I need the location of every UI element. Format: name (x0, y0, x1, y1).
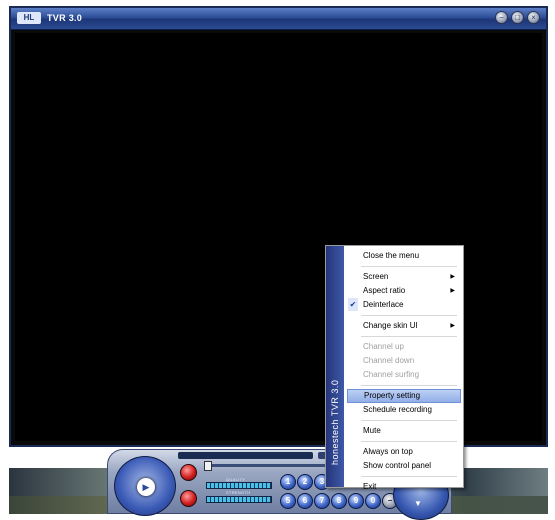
menu-separator (361, 420, 457, 421)
strength-meter (206, 496, 272, 503)
menu-item-label: Aspect ratio (363, 286, 406, 295)
menu-item-show-control-panel[interactable]: Show control panel (347, 459, 461, 473)
digit-8-button[interactable]: 8 (331, 493, 347, 509)
menu-item-label: Close the menu (363, 251, 420, 260)
menu-separator (361, 476, 457, 477)
menu-item-channel-down: Channel down (347, 354, 461, 368)
app-logo-icon: HL (17, 12, 41, 24)
menu-banner: honestech TVR 3.0 (326, 246, 344, 487)
menu-item-close-the-menu[interactable]: Close the menu (347, 249, 461, 263)
menu-separator (361, 336, 457, 337)
context-menu: honestech TVR 3.0 Close the menu Screen ▶ A… (325, 245, 464, 491)
menu-item-label: Property setting (364, 391, 421, 400)
menu-item-list: Close the menu Screen ▶ Aspect ratio ▶ ✔ Deint… (347, 246, 461, 494)
menu-item-label: Channel down (363, 356, 415, 365)
close-button[interactable]: × (527, 11, 540, 24)
menu-banner-text: honestech TVR 3.0 (330, 379, 340, 465)
menu-item-label: Exit (363, 482, 377, 491)
digit-6-button[interactable]: 6 (297, 493, 313, 509)
window-title: TVR 3.0 (47, 13, 83, 23)
digit-2-button[interactable]: 2 (297, 474, 313, 490)
quality-meter (206, 482, 272, 489)
menu-item-label: Always on top (363, 447, 413, 456)
volume-slider-track[interactable] (206, 464, 326, 467)
menu-separator (361, 266, 457, 267)
menu-item-label: Screen (363, 272, 389, 281)
menu-item-change-skin-ui[interactable]: Change skin UI ▶ (347, 319, 461, 333)
minimize-button[interactable]: − (495, 11, 508, 24)
digit-9-button[interactable]: 9 (348, 493, 364, 509)
play-icon[interactable]: ▶ (137, 478, 155, 496)
digit-5-button[interactable]: 5 (280, 493, 296, 509)
chevron-down-icon: ▼ (414, 499, 422, 508)
menu-item-schedule-recording[interactable]: Schedule recording (347, 403, 461, 417)
menu-item-label: Change skin UI (363, 321, 418, 330)
menu-item-label: Channel up (363, 342, 404, 351)
record-button[interactable] (180, 464, 197, 481)
main-window: HL TVR 3.0 − □ × (9, 6, 548, 447)
menu-item-screen[interactable]: Screen ▶ (347, 270, 461, 284)
stop-button[interactable] (180, 490, 197, 507)
strength-label: STRENGTH (226, 490, 251, 495)
menu-item-mute[interactable]: Mute (347, 424, 461, 438)
menu-item-label: Show control panel (363, 461, 432, 470)
digit-1-button[interactable]: 1 (280, 474, 296, 490)
submenu-arrow-icon: ▶ (450, 288, 455, 294)
menu-separator (361, 441, 457, 442)
menu-item-aspect-ratio[interactable]: Aspect ratio ▶ (347, 284, 461, 298)
menu-item-label: Schedule recording (363, 405, 432, 414)
submenu-arrow-icon: ▶ (450, 274, 455, 280)
navigation-ring[interactable]: ▶ (114, 456, 176, 516)
maximize-button[interactable]: □ (511, 11, 524, 24)
check-icon: ✔ (348, 298, 358, 311)
menu-item-property-setting[interactable]: Property setting (347, 389, 461, 403)
menu-item-channel-up: Channel up (347, 340, 461, 354)
menu-item-always-on-top[interactable]: Always on top (347, 445, 461, 459)
menu-item-channel-surfing: Channel surfing (347, 368, 461, 382)
menu-separator (361, 385, 457, 386)
menu-separator (361, 315, 457, 316)
volume-slider-handle[interactable] (204, 461, 212, 471)
digit-7-button[interactable]: 7 (314, 493, 330, 509)
menu-item-label: Mute (363, 426, 381, 435)
menu-item-label: Channel surfing (363, 370, 420, 379)
channel-display (178, 452, 313, 459)
title-bar[interactable]: HL TVR 3.0 − □ × (11, 8, 546, 30)
menu-item-exit[interactable]: Exit (347, 480, 461, 494)
menu-item-label: Deinterlace (363, 300, 404, 309)
submenu-arrow-icon: ▶ (450, 323, 455, 329)
menu-item-deinterlace[interactable]: ✔ Deinterlace (347, 298, 461, 312)
digit-0-button[interactable]: 0 (365, 493, 381, 509)
